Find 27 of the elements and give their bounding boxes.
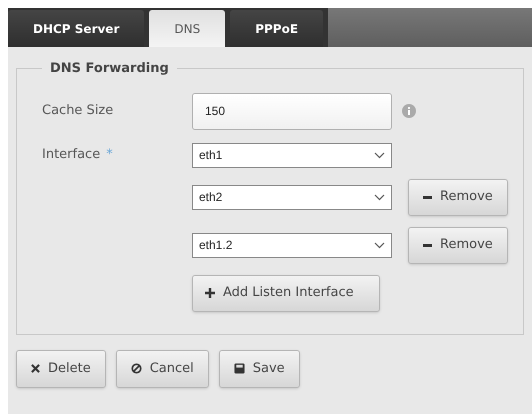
delete-button[interactable]: Delete bbox=[16, 350, 106, 388]
remove-button[interactable]: Remove bbox=[408, 178, 508, 216]
plus-icon bbox=[205, 288, 215, 298]
chevron-down-icon bbox=[374, 194, 385, 200]
cache-size-field[interactable]: 150 bbox=[192, 92, 392, 130]
interface-select[interactable]: eth1 bbox=[192, 142, 392, 168]
section-title: DNS Forwarding bbox=[49, 60, 170, 78]
field-label: Cache Size bbox=[42, 102, 114, 120]
add-listen-interface-button[interactable]: Add Listen Interface bbox=[192, 274, 380, 312]
interface-select[interactable]: eth2 bbox=[192, 184, 392, 210]
prohibited-icon bbox=[130, 363, 142, 374]
required-mark: * bbox=[106, 146, 113, 164]
chevron-down-icon bbox=[374, 152, 385, 158]
tab[interactable]: DHCP Server bbox=[8, 10, 144, 47]
minus-icon bbox=[423, 244, 432, 246]
save-icon bbox=[234, 363, 245, 374]
save-button[interactable]: Save bbox=[218, 350, 300, 388]
tab[interactable]: DNS bbox=[149, 10, 226, 47]
cancel-button[interactable]: Cancel bbox=[116, 350, 209, 388]
info-icon[interactable] bbox=[402, 104, 416, 118]
close-icon bbox=[31, 364, 40, 373]
chevron-down-icon bbox=[374, 242, 385, 248]
interface-select[interactable]: eth1.2 bbox=[192, 232, 392, 258]
tab[interactable]: PPPoE bbox=[230, 10, 324, 47]
remove-button[interactable]: Remove bbox=[408, 226, 508, 264]
minus-icon bbox=[423, 196, 432, 198]
field-label: Interface bbox=[42, 146, 100, 164]
